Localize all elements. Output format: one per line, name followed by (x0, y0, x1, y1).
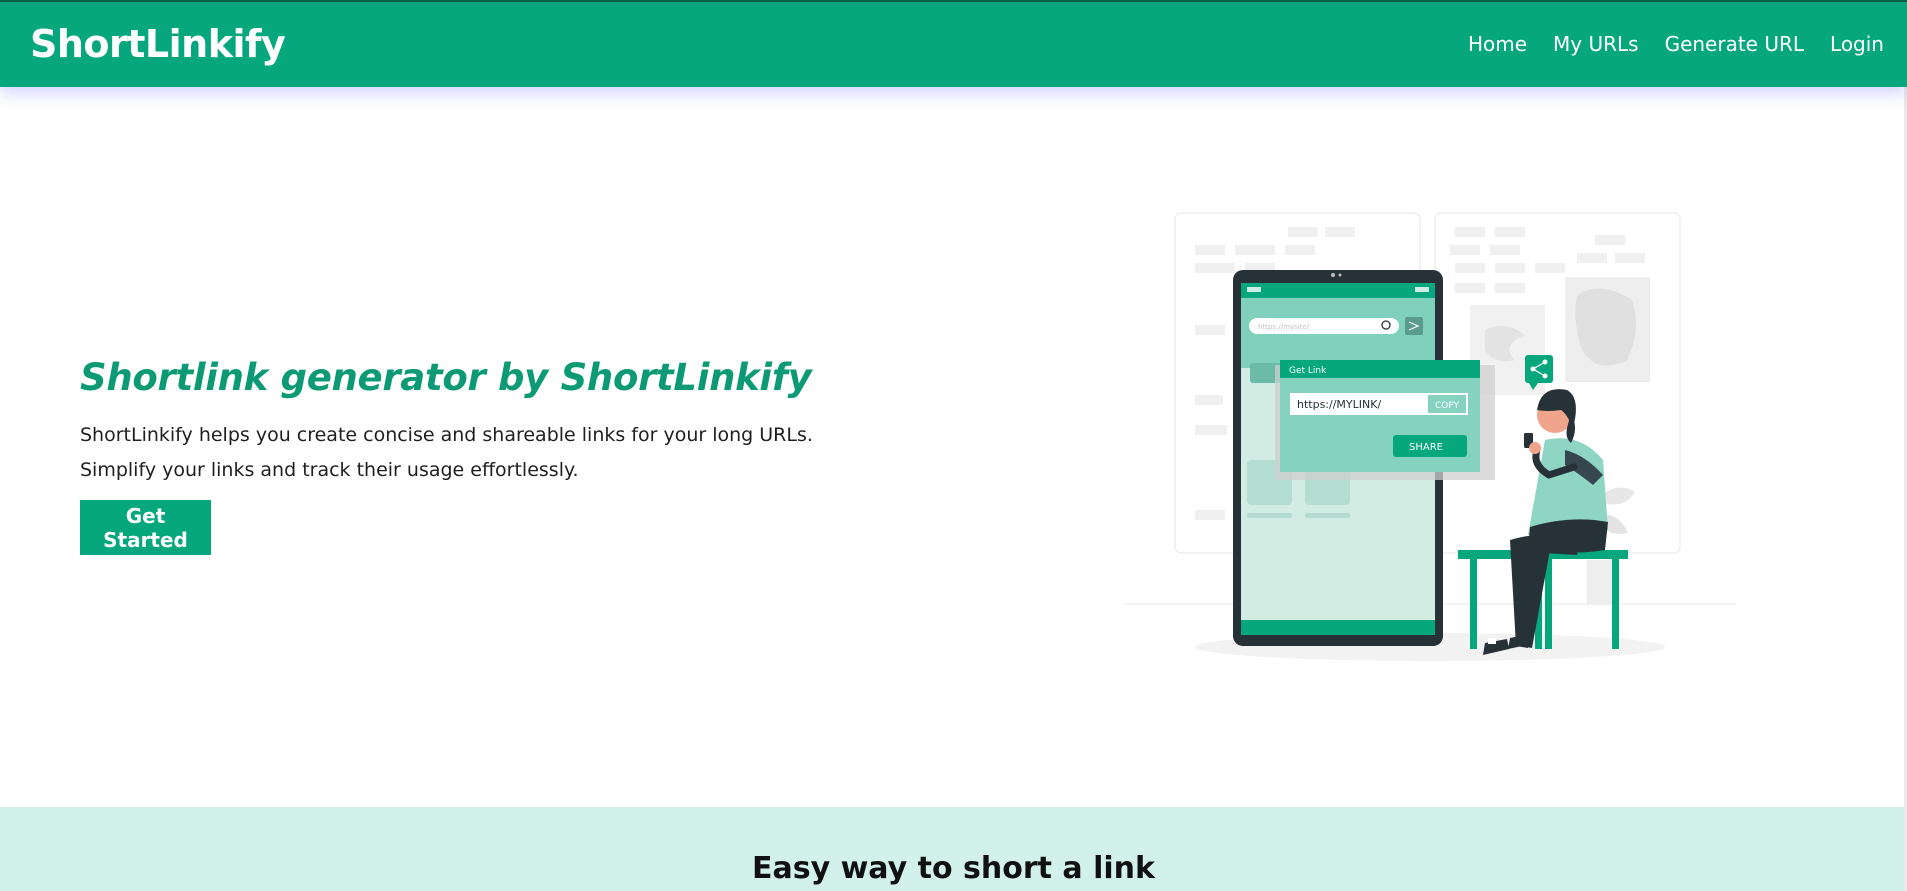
how-to-section: Easy way to short a link (0, 807, 1907, 891)
hero-illustration: https://mysite/ Get Link https://MYLINK/… (1125, 212, 1735, 661)
get-started-button[interactable]: Get Started (80, 500, 211, 555)
section-title: Easy way to short a link (752, 851, 1155, 886)
nav-link-generate-url[interactable]: Generate URL (1652, 32, 1817, 56)
nav-menu: Home My URLs Generate URL Login (1455, 32, 1897, 56)
copy-button: COPY (1435, 401, 1460, 411)
brand-logo[interactable]: ShortLinkify (30, 22, 286, 66)
phone-search-placeholder: https://mysite/ (1258, 323, 1310, 331)
nav-link-home[interactable]: Home (1455, 32, 1540, 56)
navbar: ShortLinkify Home My URLs Generate URL L… (0, 0, 1907, 87)
nav-link-my-urls[interactable]: My URLs (1540, 32, 1652, 56)
nav-link-login[interactable]: Login (1817, 32, 1897, 56)
get-link-panel: Get Link https://MYLINK/ COPY SHARE (1275, 360, 1495, 480)
hero-title: Shortlink generator by ShortLinkify (80, 356, 812, 399)
share-button: SHARE (1409, 442, 1443, 453)
get-link-panel-title: Get Link (1289, 366, 1327, 376)
mylink-value: https://MYLINK/ (1297, 398, 1381, 411)
hero-description: ShortLinkify helps you create concise an… (80, 424, 813, 481)
